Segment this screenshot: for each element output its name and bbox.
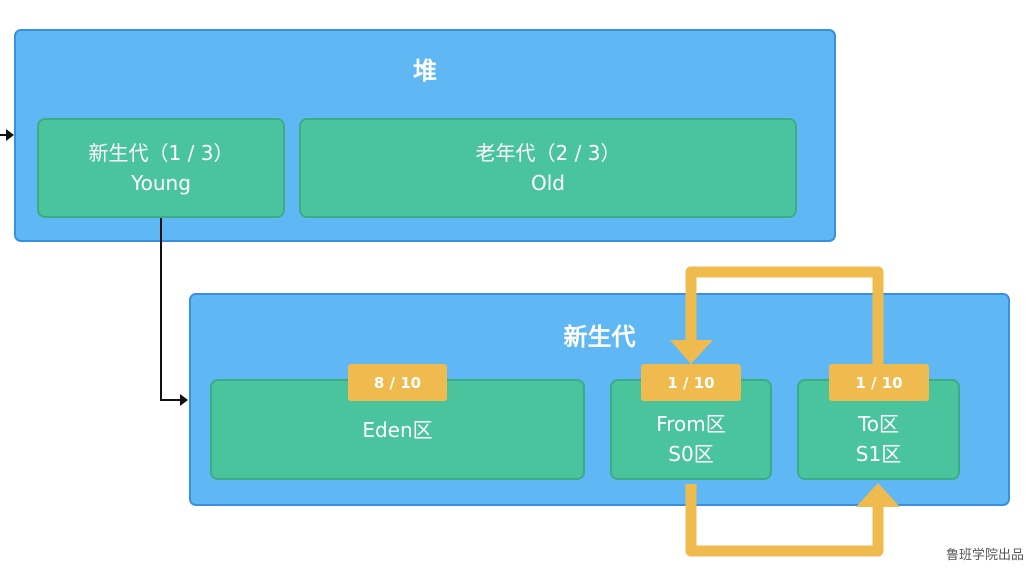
eden-ratio-badge: 8 / 10 [348,364,447,401]
to-ratio-badge: 1 / 10 [829,364,929,401]
young-generation-box: 新生代（1 / 3） Young [37,118,285,218]
heap-entry-arrowhead [6,129,14,141]
young-to-detail-arrowhead [180,394,188,406]
from-label: From区 [656,411,726,436]
s1-label: S1区 [855,441,902,466]
young-generation-label: 新生代（1 / 3） [88,141,234,165]
heap-title: 堆 [413,57,437,85]
old-generation-box: 老年代（2 / 3） Old [299,118,797,218]
to-label: To区 [857,411,900,436]
from-ratio-badge: 1 / 10 [641,364,741,401]
eden-label: Eden区 [362,417,433,442]
watermark: 鲁班学院出品 [945,548,1024,563]
young-gen-title: 新生代 [563,323,636,351]
young-to-detail-line [160,218,180,401]
old-generation-label: 老年代（2 / 3） [475,141,621,165]
s0-label: S0区 [668,441,714,466]
old-generation-english: Old [531,171,565,195]
young-generation-english: Young [131,171,191,195]
